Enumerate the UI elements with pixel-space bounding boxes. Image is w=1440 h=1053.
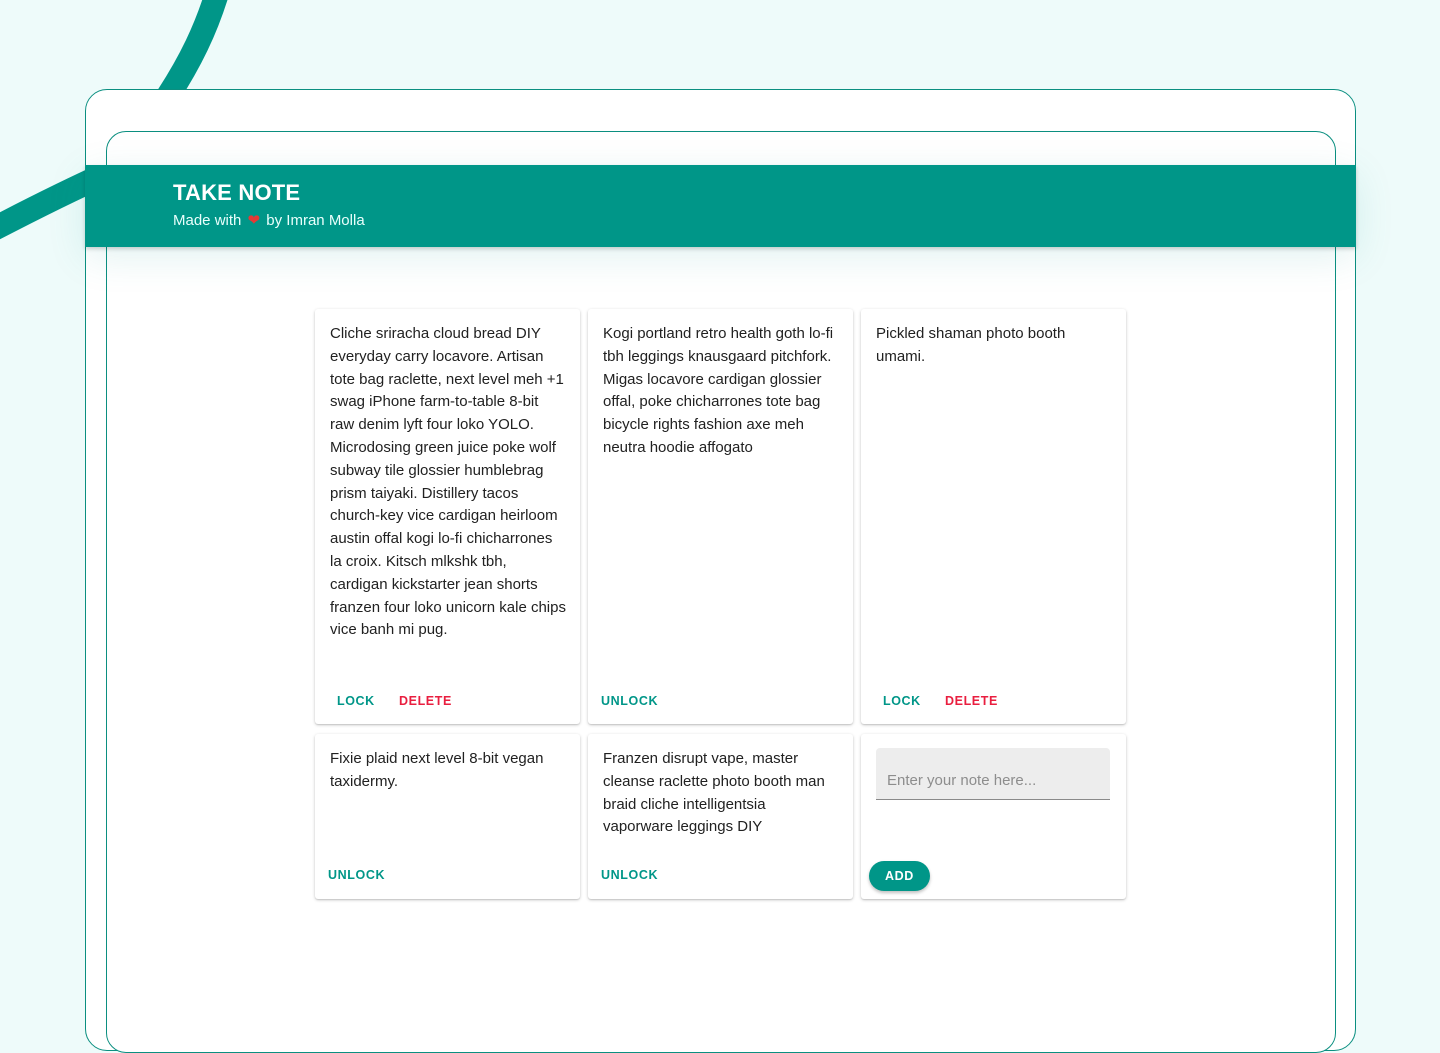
note-card: Kogi portland retro health goth lo-fi tb… xyxy=(588,309,853,724)
unlock-button[interactable]: UNLOCK xyxy=(601,868,658,882)
unlock-button[interactable]: UNLOCK xyxy=(328,868,385,882)
delete-button[interactable]: DELETE xyxy=(399,694,452,708)
delete-button[interactable]: DELETE xyxy=(945,694,998,708)
note-input[interactable] xyxy=(876,748,1110,800)
note-card: Franzen disrupt vape, master cleanse rac… xyxy=(588,734,853,899)
note-card: Cliche sriracha cloud bread DIY everyday… xyxy=(315,309,580,724)
subtitle-prefix: Made with xyxy=(173,212,242,229)
app-title: TAKE NOTE xyxy=(173,180,301,205)
subtitle-suffix: by Imran Molla xyxy=(266,212,365,229)
app-subtitle: Made with ❤ by Imran Molla xyxy=(173,211,365,229)
lock-button[interactable]: LOCK xyxy=(337,694,375,708)
note-text: Fixie plaid next level 8-bit vegan taxid… xyxy=(330,750,544,790)
new-note-card: ADD xyxy=(861,734,1126,899)
heart-icon: ❤ xyxy=(247,212,261,229)
note-text: Kogi portland retro health goth lo-fi tb… xyxy=(603,325,834,456)
add-button[interactable]: ADD xyxy=(869,861,930,891)
app-header: TAKE NOTE Made with ❤ by Imran Molla xyxy=(85,165,1356,247)
lock-button[interactable]: LOCK xyxy=(883,694,921,708)
note-text: Franzen disrupt vape, master cleanse rac… xyxy=(603,750,825,836)
note-card: Pickled shaman photo booth umami. LOCK D… xyxy=(861,309,1126,724)
note-text: Pickled shaman photo booth umami. xyxy=(876,325,1066,365)
note-text: Cliche sriracha cloud bread DIY everyday… xyxy=(330,325,566,639)
unlock-button[interactable]: UNLOCK xyxy=(601,694,658,708)
note-card: Fixie plaid next level 8-bit vegan taxid… xyxy=(315,734,580,899)
